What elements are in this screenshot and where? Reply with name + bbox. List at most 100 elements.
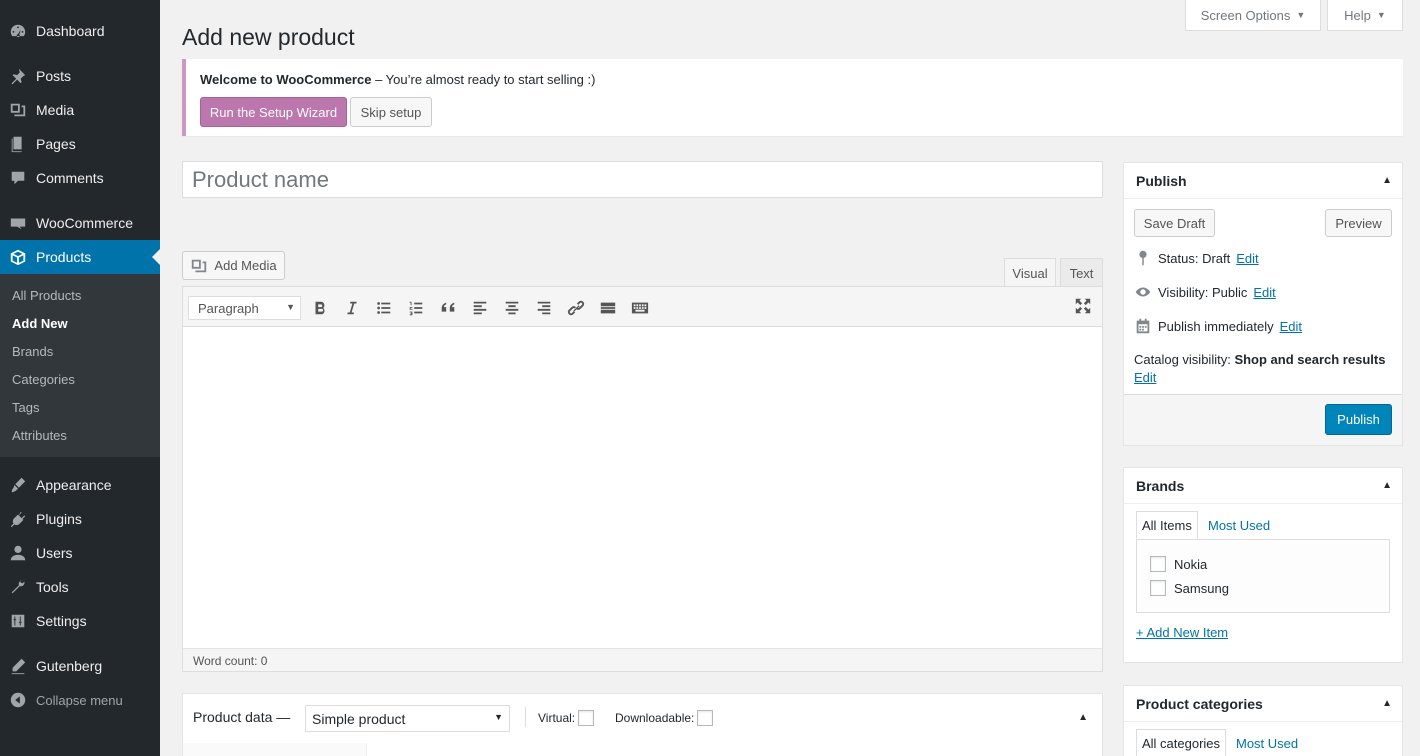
visibility-value: Public [1211, 284, 1248, 300]
collapse-arrow-icon[interactable]: ▲ [1382, 480, 1392, 491]
notice-message: Welcome to WooCommerce – You’re almost r… [200, 72, 595, 87]
tab-text[interactable]: Text [1060, 258, 1103, 287]
align-right-button[interactable] [533, 297, 555, 319]
brands-box-header[interactable]: Brands ▲ [1124, 468, 1402, 504]
read-more-button[interactable] [597, 297, 619, 319]
help-button[interactable]: Help ▼ [1327, 0, 1403, 31]
edit-publish-date-link[interactable]: Edit [1280, 319, 1302, 334]
blockquote-button[interactable] [437, 297, 459, 319]
menu-gutenberg[interactable]: Gutenberg [0, 649, 160, 683]
collapse-menu-button[interactable]: Collapse menu [0, 683, 160, 717]
catalog-visibility-value: Shop and search results [1234, 352, 1386, 367]
menu-woocommerce[interactable]: WooCommerce [0, 206, 160, 240]
numbered-list-button[interactable] [405, 297, 427, 319]
run-setup-wizard-button[interactable]: Run the Setup Wizard [200, 97, 347, 127]
brand-checkbox[interactable] [1150, 556, 1166, 572]
edit-visibility-link[interactable]: Edit [1253, 285, 1275, 300]
downloadable-checkbox-label[interactable]: Downloadable: [615, 710, 714, 726]
align-left-icon [473, 301, 487, 315]
menu-tools[interactable]: Tools [0, 570, 160, 604]
submenu-add-new[interactable]: Add New [12, 316, 68, 331]
insert-link-button[interactable] [565, 297, 587, 319]
product-name-input[interactable] [182, 161, 1103, 198]
downloadable-checkbox[interactable] [697, 710, 714, 726]
menu-settings[interactable]: Settings [0, 604, 160, 638]
menu-dashboard-label: Dashboard [36, 23, 105, 39]
publish-box: Publish ▲ Save Draft Preview Status: Dra… [1123, 162, 1403, 446]
virtual-checkbox-label[interactable]: Virtual: [538, 710, 595, 726]
edit-status-link[interactable]: Edit [1236, 251, 1258, 266]
submenu-all-products[interactable]: All Products [12, 288, 81, 303]
tab-most-used-categories[interactable]: Most Used [1231, 729, 1303, 756]
dashboard-icon [0, 22, 36, 40]
collapse-icon [0, 691, 36, 709]
menu-products[interactable]: Products [0, 240, 160, 274]
word-count: Word count: 0 [183, 648, 1102, 671]
menu-media-label: Media [36, 102, 75, 118]
publish-button[interactable]: Publish [1325, 404, 1392, 435]
quote-icon [441, 302, 455, 312]
submenu-tags[interactable]: Tags [12, 400, 39, 415]
collapse-arrow-icon[interactable]: ▲ [1078, 712, 1088, 723]
menu-posts[interactable]: Posts [0, 59, 160, 93]
align-left-button[interactable] [469, 297, 491, 319]
menu-plugins[interactable]: Plugins [0, 502, 160, 536]
skip-setup-button[interactable]: Skip setup [350, 97, 432, 127]
menu-appearance[interactable]: Appearance [0, 468, 160, 502]
tab-visual[interactable]: Visual [1004, 258, 1056, 287]
collapse-arrow-icon[interactable]: ▲ [1382, 698, 1392, 709]
bullet-list-icon [377, 302, 391, 314]
keyboard-icon [631, 302, 649, 314]
fullscreen-button[interactable] [1072, 295, 1094, 317]
menu-comments[interactable]: Comments [0, 161, 160, 195]
status-value: Draft [1202, 250, 1231, 266]
collapse-arrow-icon[interactable]: ▲ [1382, 175, 1392, 186]
menu-dashboard[interactable]: Dashboard [0, 14, 160, 48]
submenu-brands[interactable]: Brands [12, 344, 53, 359]
screen-options-button[interactable]: Screen Options ▼ [1185, 0, 1321, 31]
publish-box-title: Publish [1136, 173, 1187, 189]
add-media-button[interactable]: Add Media [182, 251, 285, 280]
visibility-text: Visibility: Public [1158, 285, 1247, 300]
publish-box-header[interactable]: Publish ▲ [1124, 163, 1402, 199]
woocommerce-notice: Welcome to WooCommerce – You’re almost r… [182, 59, 1403, 136]
tab-all-items[interactable]: All Items [1136, 511, 1198, 539]
toolbar-toggle-button[interactable] [629, 297, 651, 319]
downloadable-label: Downloadable: [615, 711, 695, 725]
product-categories-header[interactable]: Product categories ▲ [1124, 686, 1402, 722]
menu-users-label: Users [36, 545, 73, 561]
menu-media[interactable]: Media [0, 93, 160, 127]
page-title: Add new product [182, 24, 355, 50]
format-select[interactable]: Paragraph ▼ [188, 296, 301, 320]
menu-pages[interactable]: Pages [0, 127, 160, 161]
submenu-attributes[interactable]: Attributes [12, 428, 67, 443]
product-type-select[interactable]: Simple product ▼ [305, 705, 510, 732]
brand-item-samsung[interactable]: Samsung [1150, 580, 1229, 596]
menu-settings-label: Settings [36, 613, 87, 629]
brush-icon [0, 476, 36, 494]
align-center-button[interactable] [501, 297, 523, 319]
tab-all-categories[interactable]: All categories [1136, 729, 1227, 756]
edit-catalog-visibility-link[interactable]: Edit [1134, 370, 1156, 385]
calendar-icon [1134, 317, 1152, 335]
pin-icon [0, 67, 36, 85]
submenu-categories[interactable]: Categories [12, 372, 75, 387]
woo-icon [0, 214, 36, 232]
italic-button[interactable] [341, 297, 363, 319]
visibility-row: Visibility: Public Edit [1134, 283, 1276, 301]
preview-button[interactable]: Preview [1325, 209, 1392, 237]
editor-content-area[interactable] [183, 327, 1102, 649]
bold-button[interactable] [309, 297, 331, 319]
brand-label: Samsung [1174, 580, 1229, 596]
add-new-brand-link[interactable]: + Add New Item [1136, 625, 1228, 640]
media-icon [0, 101, 36, 119]
brand-item-nokia[interactable]: Nokia [1150, 556, 1207, 572]
eye-icon [1134, 283, 1152, 301]
menu-users[interactable]: Users [0, 536, 160, 570]
product-data-title: Product data — [193, 709, 291, 725]
brand-checkbox[interactable] [1150, 580, 1166, 596]
bullet-list-button[interactable] [373, 297, 395, 319]
save-draft-button[interactable]: Save Draft [1134, 209, 1215, 237]
virtual-checkbox[interactable] [578, 710, 595, 726]
tab-most-used[interactable]: Most Used [1203, 511, 1275, 539]
